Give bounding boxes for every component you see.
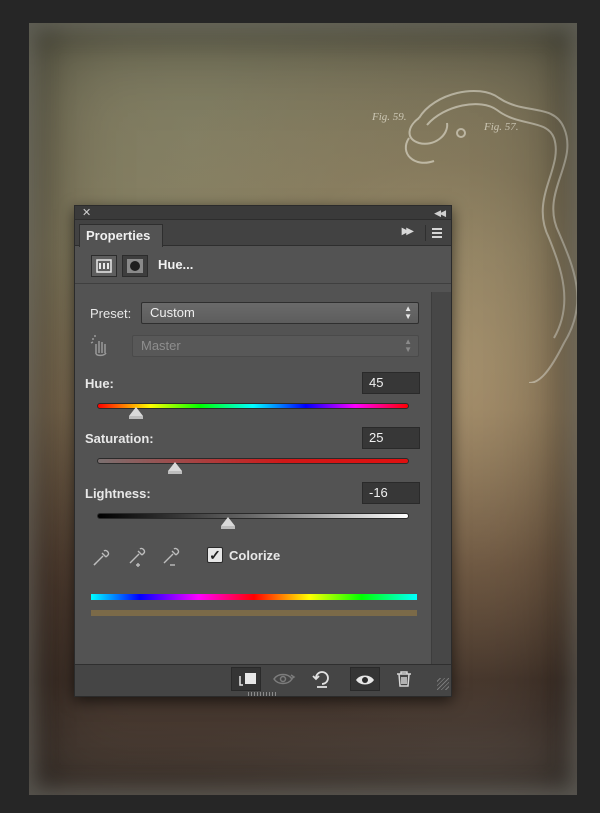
targeted-adjustment-hand-icon[interactable] bbox=[89, 333, 113, 357]
saturation-slider-thumb[interactable] bbox=[168, 462, 182, 474]
hue-label: Hue: bbox=[85, 376, 114, 391]
eyedropper-add-icon[interactable] bbox=[127, 546, 149, 568]
range-value: Master bbox=[141, 338, 181, 353]
colorize-label: Colorize bbox=[229, 548, 281, 563]
eyedropper-subtract-icon[interactable] bbox=[161, 546, 183, 568]
trash-icon[interactable] bbox=[389, 667, 419, 691]
close-icon[interactable]: ✕ bbox=[82, 206, 91, 220]
panel-tabbar: Properties ▶▶ bbox=[75, 220, 451, 247]
reset-icon[interactable] bbox=[307, 667, 337, 691]
hue-input[interactable]: 45 bbox=[362, 372, 420, 394]
view-previous-state-icon[interactable] bbox=[269, 667, 299, 691]
visibility-eye-icon[interactable] bbox=[350, 667, 380, 691]
select-arrows-icon: ▲ ▼ bbox=[404, 304, 412, 321]
preset-value: Custom bbox=[150, 305, 195, 320]
hue-saturation-icon[interactable] bbox=[91, 255, 117, 277]
expand-icon[interactable]: ▶▶ bbox=[402, 226, 415, 237]
resize-handle-icon[interactable] bbox=[437, 678, 449, 690]
adjustment-header: Hue... bbox=[75, 246, 451, 284]
adjustment-title: Hue... bbox=[158, 257, 194, 272]
panel-content: Preset: Custom ▲ ▼ Master ▲ ▼ Hue: 45 Satu… bbox=[75, 292, 432, 664]
colorize-checkbox[interactable]: ✓ bbox=[207, 547, 223, 563]
clip-to-layer-icon[interactable] bbox=[231, 667, 261, 691]
hue-slider-thumb[interactable] bbox=[129, 407, 143, 419]
output-color-bar bbox=[91, 610, 417, 616]
panel-footer bbox=[75, 664, 451, 696]
panel-menu-icon[interactable] bbox=[425, 225, 445, 241]
panel-scrollbar[interactable] bbox=[431, 292, 451, 664]
select-arrows-icon: ▲ ▼ bbox=[404, 337, 412, 354]
lightness-label: Lightness: bbox=[85, 486, 151, 501]
preset-label: Preset: bbox=[90, 306, 132, 321]
saturation-slider-track[interactable] bbox=[97, 458, 409, 464]
lightness-input[interactable]: -16 bbox=[362, 482, 420, 504]
lightness-slider-thumb[interactable] bbox=[221, 517, 236, 529]
eyedropper-icon[interactable] bbox=[91, 546, 113, 568]
range-select: Master ▲ ▼ bbox=[132, 335, 419, 357]
preset-select[interactable]: Custom ▲ ▼ bbox=[141, 302, 419, 324]
input-color-bar bbox=[91, 594, 417, 600]
mask-icon[interactable] bbox=[122, 255, 148, 277]
lightness-slider-track[interactable] bbox=[97, 513, 409, 519]
properties-panel: ✕ ◀◀ Properties ▶▶ Hue... Preset: Custom… bbox=[74, 205, 452, 697]
panel-titlebar[interactable]: ✕ ◀◀ bbox=[75, 206, 451, 220]
saturation-input[interactable]: 25 bbox=[362, 427, 420, 449]
saturation-label: Saturation: bbox=[85, 431, 154, 446]
panel-resize-grip[interactable] bbox=[248, 692, 276, 696]
tab-properties[interactable]: Properties bbox=[79, 224, 163, 247]
collapse-icon[interactable]: ◀◀ bbox=[434, 206, 446, 220]
hue-slider-track[interactable] bbox=[97, 403, 409, 409]
